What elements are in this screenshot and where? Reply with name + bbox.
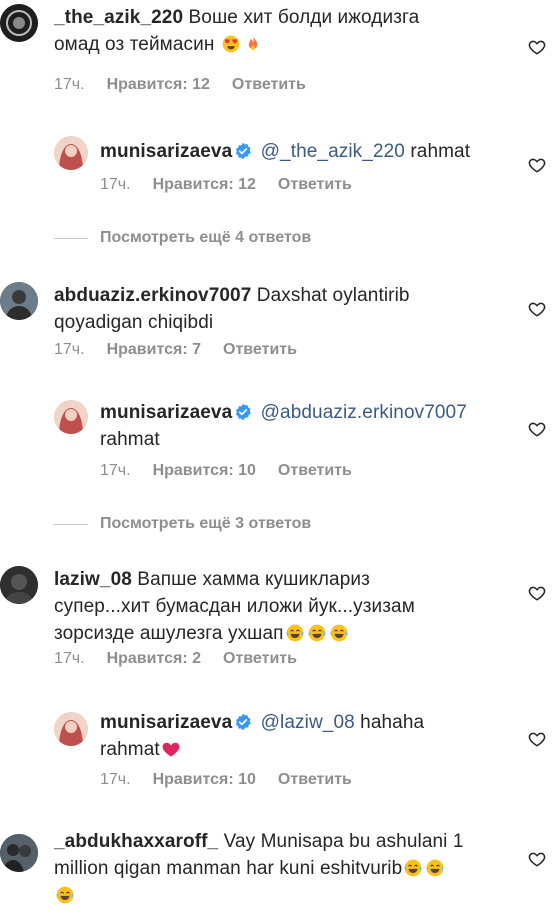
comment-text-line2: million qigan manman har kuni eshitvurib [54,858,403,879]
reply-button[interactable]: Ответить [223,650,297,668]
tears-of-joy-emoji [403,858,423,878]
heart-outline-icon[interactable] [528,850,546,868]
verified-badge-icon [234,403,252,421]
comment-text: rahmat [410,141,471,162]
heart-outline-icon[interactable] [528,300,546,318]
reply-button[interactable]: Ответить [232,76,306,94]
timestamp: 17ч. [54,341,85,358]
comment-text: Daxshat oylantirib [256,285,410,306]
red-heart-emoji [161,739,181,759]
heart-outline-icon[interactable] [528,730,546,748]
comment-text-line2: супер...хит бумасдан иложи йук...узизам [54,596,415,617]
likes-count[interactable]: Нравится: 12 [107,76,210,94]
likes-count[interactable]: Нравится: 10 [153,462,256,480]
timestamp: 17ч. [100,462,131,479]
divider [54,523,88,525]
mention-link[interactable]: @_the_azik_220 [261,141,405,162]
timestamp: 17ч. [54,650,85,667]
avatar[interactable] [0,282,38,320]
comment-text: Вапше хамма кушиклариз [137,569,370,590]
timestamp: 17ч. [100,176,131,193]
comment-text: rahmat [100,429,160,450]
avatar[interactable] [0,834,38,872]
heart-outline-icon[interactable] [528,584,546,602]
tears-of-joy-emoji [285,623,305,643]
username[interactable]: munisarizaeva [100,141,232,162]
tears-of-joy-emoji [55,885,75,905]
username[interactable]: _abdukhaxxaroff_ [54,831,218,852]
tears-of-joy-emoji [425,858,445,878]
view-more-replies-button[interactable]: Посмотреть ещё 4 ответов [54,229,311,247]
tears-of-joy-emoji [307,623,327,643]
username[interactable]: _the_azik_220 [54,7,183,28]
comment-text: Vay Munisapa bu ashulani 1 [223,831,464,852]
avatar[interactable] [54,400,88,434]
avatar[interactable] [54,712,88,746]
likes-count[interactable]: Нравится: 7 [107,341,201,359]
avatar[interactable] [54,136,88,170]
reply-button[interactable]: Ответить [278,771,352,789]
timestamp: 17ч. [54,76,85,93]
view-more-label: Посмотреть ещё 3 ответов [100,515,312,532]
heart-outline-icon[interactable] [528,420,546,438]
comment-text: hahaha [360,712,425,733]
comment-text-line2: qoyadigan chiqibdi [54,312,214,333]
reply-button[interactable]: Ответить [278,462,352,480]
comment-text-line3: зорсизде ашулезга ухшап [54,623,284,644]
likes-count[interactable]: Нравится: 10 [153,771,256,789]
fire-emoji [243,34,263,54]
likes-count[interactable]: Нравится: 2 [107,650,201,668]
mention-link[interactable]: @abduaziz.erkinov7007 [261,402,467,423]
view-more-replies-button[interactable]: Посмотреть ещё 3 ответов [54,515,311,533]
username[interactable]: laziw_08 [54,569,132,590]
tears-of-joy-emoji [329,623,349,643]
avatar[interactable] [0,566,38,604]
avatar[interactable] [0,4,38,42]
divider [54,237,88,239]
reply-button[interactable]: Ответить [223,341,297,359]
view-more-label: Посмотреть ещё 4 ответов [100,229,312,246]
heart-outline-icon[interactable] [528,38,546,56]
verified-badge-icon [234,713,252,731]
username[interactable]: munisarizaeva [100,402,232,423]
comment-text: Воше хит болди ижодизга [188,7,420,28]
username[interactable]: abduaziz.erkinov7007 [54,285,251,306]
heart-outline-icon[interactable] [528,156,546,174]
comment-text-line2: rahmat [100,739,160,760]
comment-text-line2: омад оз теймасин [54,34,215,55]
username[interactable]: munisarizaeva [100,712,232,733]
timestamp: 17ч. [100,771,131,788]
verified-badge-icon [234,142,252,160]
mention-link[interactable]: @laziw_08 [261,712,355,733]
heart-eyes-emoji [221,34,241,54]
reply-button[interactable]: Ответить [278,176,352,194]
likes-count[interactable]: Нравится: 12 [153,176,256,194]
